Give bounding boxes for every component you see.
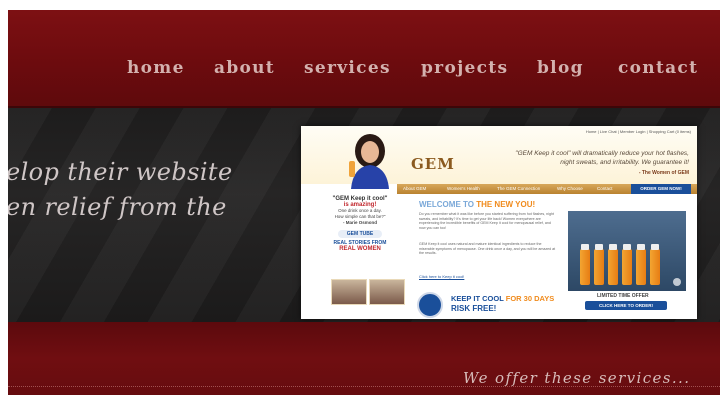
guarantee-seal-icon <box>417 292 443 318</box>
screenshot-menu-item: Women's Health <box>447 186 480 191</box>
project-screenshot[interactable]: Home | Live Chat | Member Login | Shoppi… <box>301 126 697 319</box>
divider <box>8 386 720 388</box>
nav-contact[interactable]: contact <box>618 58 698 78</box>
product-photo <box>568 211 686 291</box>
nav-home[interactable]: home <box>127 58 185 78</box>
screenshot-top-links: Home | Live Chat | Member Login | Shoppi… <box>585 129 691 134</box>
nav-projects[interactable]: projects <box>421 58 508 78</box>
bottle-shape <box>636 244 646 285</box>
risk-free-text: RISK FREE! <box>451 304 497 313</box>
bottle-shape <box>622 244 632 285</box>
site-header: home about services projects blog contac… <box>8 10 720 108</box>
keep-cool-heading: KEEP IT COOL FOR 30 DAYS <box>451 294 555 303</box>
order-gem-button: ORDER GEM NOW! <box>631 184 691 194</box>
screenshot-quote-signature: - The Women of GEM <box>638 170 689 176</box>
bottle-shape <box>608 244 618 285</box>
services-heading: We offer these services... <box>463 369 691 387</box>
sidebar-stories-red: REAL WOMEN <box>339 246 381 252</box>
page-frame: home about services projects blog contac… <box>8 10 720 395</box>
bottle-shape <box>594 244 604 285</box>
click-to-order-button: CLICK HERE TO ORDER! <box>585 301 667 310</box>
screenshot-menu-item: Contact <box>597 186 613 191</box>
screenshot-menu: About GEM Women's Health The GEM Connect… <box>397 184 697 194</box>
video-thumbnail <box>369 279 405 305</box>
screenshot-body-text: GEM Keep it cool uses natural and mature… <box>419 242 556 256</box>
screenshot-link: Click here to Keep it cool! <box>419 274 465 279</box>
screenshot-menu-item: About GEM <box>403 186 427 191</box>
spokeswoman-photo <box>349 134 389 189</box>
screenshot-menu-item: The GEM Connection <box>497 186 541 191</box>
video-thumbnail <box>331 279 367 305</box>
screenshot-menu-item: Why Choose <box>557 186 583 191</box>
screenshot-body-text: Do you remember what it was like before … <box>419 212 554 230</box>
nav-blog[interactable]: blog <box>537 58 584 78</box>
bottle-shape <box>580 244 590 285</box>
play-icon <box>673 278 681 286</box>
screenshot-quote-line1: "GEM Keep it cool" will dramatically red… <box>515 150 689 157</box>
nav-about[interactable]: about <box>214 58 275 78</box>
gem-tube-badge: GEM TUBE <box>338 230 382 238</box>
hero-tagline-line1: elop their website <box>8 158 233 186</box>
sidebar-signature: - Marie Osmond <box>342 220 377 225</box>
nav-services[interactable]: services <box>304 58 391 78</box>
limited-offer-label: LIMITED TIME OFFER <box>597 293 649 299</box>
screenshot-welcome: WELCOME TO THE NEW YOU! <box>419 200 536 209</box>
hero-tagline-line2: en relief from the <box>8 193 227 221</box>
services-section: We offer these services... <box>8 322 720 395</box>
main-nav: home about services projects blog contac… <box>8 58 720 84</box>
bottle-shape <box>650 244 660 285</box>
screenshot-quote-line2: night sweats, and irritability. We guara… <box>560 159 689 166</box>
gem-logo: GEM <box>411 155 455 173</box>
screenshot-header: Home | Live Chat | Member Login | Shoppi… <box>301 126 697 189</box>
